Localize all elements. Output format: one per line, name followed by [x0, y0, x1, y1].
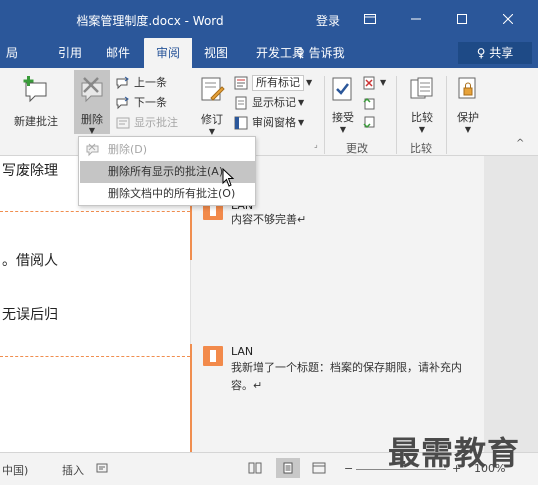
window-title: 档案管理制度.docx - Word: [76, 14, 224, 28]
review-pane-icon: [234, 116, 248, 130]
ribbon-display-icon[interactable]: [356, 8, 384, 30]
document-text-line: 。借阅人: [2, 253, 58, 269]
group-label-compare: 比较: [410, 142, 432, 155]
tab-review[interactable]: 审阅: [144, 38, 192, 68]
zoom-out-icon[interactable]: −: [344, 462, 353, 475]
share-button[interactable]: ♀ 共享: [458, 42, 532, 64]
comment-marker-bar: [190, 344, 192, 452]
comment-author: LAN: [231, 345, 254, 358]
minimize-icon[interactable]: [402, 8, 430, 30]
show-markup-button[interactable]: 显示标记 ▼: [234, 94, 304, 112]
protect-arrow-icon: ▼: [464, 125, 472, 134]
tab-references[interactable]: 引用: [52, 38, 88, 68]
menu-item-delete-all-in-document-label: 删除文档中的所有批注(O): [108, 187, 236, 200]
all-markup-dropdown[interactable]: 所有标记 ▼: [234, 74, 312, 92]
macro-recording-icon[interactable]: [96, 462, 108, 477]
markup-icon: [234, 76, 248, 90]
protect-label: 保护: [457, 111, 479, 124]
reject-button[interactable]: ▼: [362, 74, 386, 92]
title-bar: 档案管理制度.docx - Word 登录: [0, 0, 538, 38]
dropdown-arrow-icon: ▼: [88, 126, 96, 135]
delete-comment-icon: [86, 143, 99, 157]
next-comment-button[interactable]: 下一条: [116, 94, 167, 112]
ribbon-tabs: 局 引用 邮件 审阅 视图 开发工具 ♀ 告诉我 ♀ 共享: [0, 38, 538, 68]
previous-change-icon: [363, 97, 375, 110]
accept-button[interactable]: 接受 ▼: [328, 76, 358, 135]
track-changes-icon: [201, 77, 225, 101]
user-icon: [206, 350, 220, 362]
insert-mode[interactable]: 插入: [62, 462, 84, 478]
prev-comment-icon: [116, 76, 129, 90]
group-separator: [396, 76, 397, 154]
track-changes-button[interactable]: 修订 ▼: [196, 76, 228, 137]
group-separator: [324, 76, 325, 154]
tell-me-search[interactable]: ♀ 告诉我: [296, 38, 345, 68]
prev-label: 上一条: [134, 76, 167, 89]
new-comment-button[interactable]: 新建批注: [6, 74, 66, 129]
print-layout-icon[interactable]: [276, 458, 300, 478]
language-indicator[interactable]: 中国): [2, 462, 28, 478]
document-text-line: 写废除理: [2, 163, 58, 179]
protect-icon: [458, 77, 476, 99]
show-comments-label: 显示批注: [134, 116, 178, 129]
comment-text[interactable]: 容。↵: [231, 377, 262, 395]
next-change-icon: [363, 116, 375, 129]
next-label: 下一条: [134, 96, 167, 109]
menu-item-delete-label: 删除(D): [108, 143, 148, 156]
comment-avatar: [203, 346, 223, 366]
show-markup-arrow-icon: ▼: [298, 98, 305, 107]
compare-button[interactable]: 比较 ▼: [402, 76, 442, 135]
menu-item-delete[interactable]: 删除(D): [80, 139, 256, 161]
tab-view[interactable]: 视图: [198, 38, 234, 68]
tab-mailings[interactable]: 邮件: [100, 38, 136, 68]
new-comment-icon: [23, 76, 47, 103]
mouse-cursor-icon: [222, 168, 235, 187]
group-separator: [446, 76, 447, 154]
group-label-changes: 更改: [346, 142, 368, 155]
show-comments-button[interactable]: 显示批注: [116, 114, 178, 132]
prev-comment-button[interactable]: 上一条: [116, 74, 167, 92]
comment-text[interactable]: 我新增了一个标题：档案的保存期限，请补充内: [231, 359, 462, 377]
login-link[interactable]: 登录: [316, 12, 340, 29]
show-markup-icon: [235, 96, 247, 110]
maximize-icon[interactable]: [448, 8, 476, 30]
review-pane-button[interactable]: 审阅窗格 ▼: [234, 114, 304, 132]
accept-icon: [332, 77, 352, 101]
next-comment-icon: [116, 96, 129, 110]
read-mode-icon[interactable]: [248, 462, 262, 477]
accept-label: 接受: [332, 111, 354, 124]
reject-icon: [363, 76, 375, 90]
delete-comment-icon: [81, 77, 103, 103]
watermark-logo: 最需教育: [388, 434, 521, 472]
delete-comment-button[interactable]: 删除 ▼: [74, 70, 110, 135]
show-markup-label: 显示标记: [252, 96, 296, 109]
comment-text[interactable]: 内容不够完善↵: [231, 211, 306, 229]
web-layout-icon[interactable]: [312, 462, 326, 477]
next-change-button[interactable]: [362, 114, 380, 132]
menu-item-delete-all-shown-label: 删除所有显示的批注(A): [108, 165, 224, 178]
compare-icon: [410, 77, 433, 99]
all-markup-arrow-icon: ▼: [306, 78, 313, 87]
previous-change-button[interactable]: [362, 94, 380, 112]
collapse-ribbon-icon[interactable]: ^: [516, 138, 524, 149]
new-comment-label: 新建批注: [14, 115, 58, 128]
show-comments-icon: [116, 117, 130, 129]
review-pane-label: 审阅窗格: [252, 116, 296, 129]
track-changes-label: 修订: [201, 113, 223, 126]
tab-layout[interactable]: 局: [0, 38, 24, 68]
document-text-line: 无误后归: [2, 307, 58, 323]
compare-label: 比较: [411, 111, 433, 124]
protect-button[interactable]: 保护 ▼: [452, 76, 484, 135]
reject-arrow-icon: ▼: [380, 78, 387, 87]
tracking-dialog-launcher-icon[interactable]: ⌟: [314, 140, 318, 149]
comment-anchor-line: [0, 356, 190, 357]
delete-label: 删除: [81, 113, 103, 126]
accept-arrow-icon: ▼: [339, 125, 347, 134]
review-pane-arrow-icon: ▼: [298, 118, 305, 127]
all-markup-value: 所有标记: [252, 75, 304, 91]
close-icon[interactable]: [494, 8, 522, 30]
vertical-scrollbar[interactable]: [484, 156, 538, 452]
comment-anchor-line: [0, 211, 190, 212]
compare-arrow-icon: ▼: [418, 125, 426, 134]
